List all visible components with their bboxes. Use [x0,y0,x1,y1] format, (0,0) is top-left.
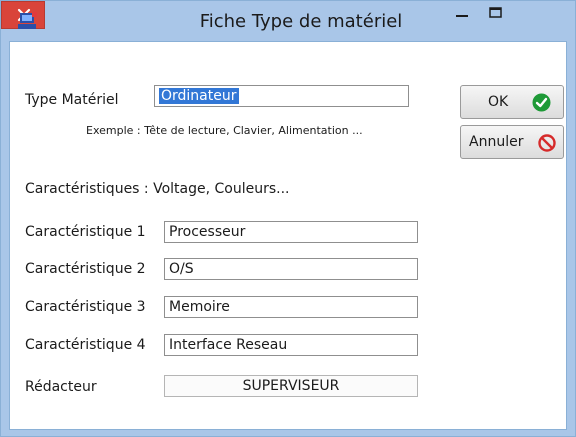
caracteristique-2-input[interactable]: O/S [164,258,418,280]
redacteur-label: Rédacteur [25,379,97,395]
caracteristique-4-input[interactable]: Interface Reseau [164,334,418,356]
check-icon [532,93,551,112]
minimize-button[interactable] [446,1,478,25]
caracteristique-1-label: Caractéristique 1 [25,224,146,240]
caracteristique-4-label: Caractéristique 4 [25,337,146,353]
example-hint: Exemple : Tête de lecture, Clavier, Alim… [86,124,363,137]
caracteristique-2-label: Caractéristique 2 [25,261,146,277]
maximize-button[interactable] [482,1,510,25]
caracteristique-1-input[interactable]: Processeur [164,221,418,243]
caracteristique-3-input[interactable]: Memoire [164,296,418,318]
dialog-content: Type Matériel Ordinateur Exemple : Tête … [9,41,567,430]
ok-label: OK [488,94,509,110]
cancel-label: Annuler [469,134,524,150]
caracteristiques-heading: Caractéristiques : Voltage, Couleurs... [25,181,290,197]
window-title: Fiche Type de matériel [199,11,403,32]
type-materiel-value: Ordinateur [159,88,239,104]
cancel-button[interactable]: Annuler [460,125,564,159]
app-icon [18,12,37,29]
ok-button[interactable]: OK [460,85,564,119]
caracteristique-3-label: Caractéristique 3 [25,299,146,315]
type-materiel-input[interactable]: Ordinateur [154,85,409,107]
cancel-icon [538,134,556,152]
title-bar[interactable]: Fiche Type de matériel [1,1,575,41]
dialog-window: Fiche Type de matériel Type Matériel Ord… [0,0,576,437]
redacteur-field: SUPERVISEUR [164,375,418,397]
type-materiel-label: Type Matériel [25,92,119,108]
